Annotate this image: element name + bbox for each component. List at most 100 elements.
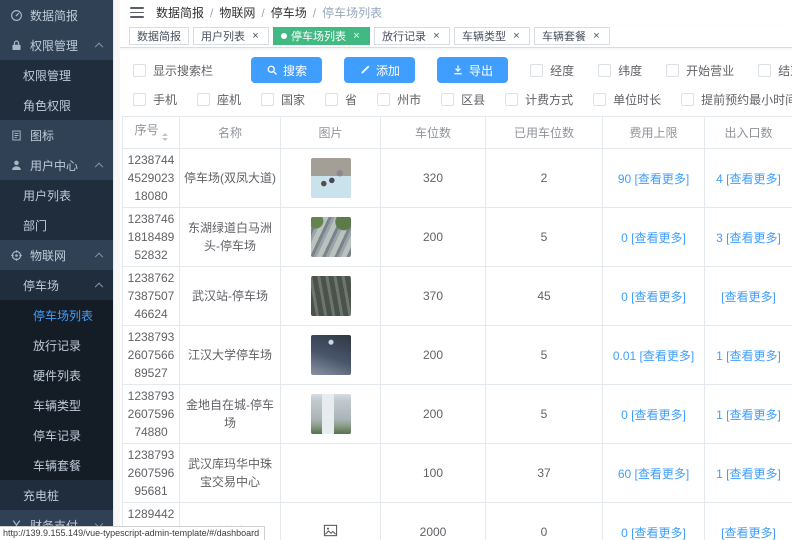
parking-name-cell: 武汉站-停车场: [180, 267, 281, 326]
checkbox-box: [598, 64, 611, 77]
filter-checkbox-经度[interactable]: 经度: [530, 62, 574, 79]
spaces-cell: 200: [381, 208, 486, 267]
chevron-up-icon: [95, 253, 103, 261]
sidebar-item-data-brief[interactable]: 数据简报: [0, 0, 113, 30]
view-more-link[interactable]: [查看更多]: [721, 290, 776, 304]
tab-车辆类型[interactable]: 车辆类型×: [454, 27, 530, 45]
filter-checkbox-单位时长[interactable]: 单位时长: [593, 91, 661, 108]
used-spaces-cell: 45: [486, 267, 603, 326]
sidebar-item-user-center[interactable]: 用户中心: [0, 150, 113, 180]
filter-checkbox-国家[interactable]: 国家: [261, 91, 305, 108]
sidebar-item-label: 硬件列表: [33, 367, 81, 384]
sidebar-item-permission[interactable]: 权限管理: [0, 30, 113, 60]
sidebar-item-label: 用户中心: [30, 157, 78, 174]
sidebar-item-parking-list[interactable]: 停车场列表: [0, 300, 113, 330]
breadcrumb-separator: /: [313, 6, 316, 20]
tab-label: 放行记录: [382, 28, 426, 44]
parking-photo-thumbnail[interactable]: [311, 276, 351, 316]
filter-checkbox-提前预约最小时间[interactable]: 提前预约最小时间: [681, 91, 792, 108]
tab-close-icon[interactable]: ×: [591, 31, 602, 42]
sidebar-item-charging-pile[interactable]: 充电桩: [0, 480, 113, 510]
used-spaces-cell: 37: [486, 444, 603, 503]
view-more-link[interactable]: 0 [查看更多]: [621, 408, 686, 422]
tab-close-icon[interactable]: ×: [511, 31, 522, 42]
view-more-link[interactable]: 90 [查看更多]: [618, 172, 689, 186]
parking-photo-thumbnail[interactable]: [311, 394, 351, 434]
sidebar-item-user-list[interactable]: 用户列表: [0, 180, 113, 210]
view-more-link[interactable]: 1 [查看更多]: [716, 349, 781, 363]
breadcrumb-item[interactable]: 数据简报: [156, 4, 204, 21]
view-more-link[interactable]: 0 [查看更多]: [621, 526, 686, 540]
checkbox-box: [197, 93, 210, 106]
sidebar-item-department[interactable]: 部门: [0, 210, 113, 240]
filter-checkbox-区县[interactable]: 区县: [441, 91, 485, 108]
parking-name-cell: 江汉大学停车场: [180, 326, 281, 385]
sidebar-item-permission-manage[interactable]: 权限管理: [0, 60, 113, 90]
checkbox-box: [441, 93, 454, 106]
tab-放行记录[interactable]: 放行记录 ×: [374, 27, 450, 45]
parking-photo-thumbnail[interactable]: [311, 217, 351, 257]
active-tab-dot-icon: [281, 33, 287, 39]
broken-image-icon: [323, 523, 338, 538]
row-id-cell: 1238746181848952832: [123, 208, 180, 267]
view-more-link[interactable]: [查看更多]: [721, 526, 776, 540]
sidebar-item-vehicle-type[interactable]: 车辆类型: [0, 390, 113, 420]
tab-车辆套餐[interactable]: 车辆套餐×: [534, 27, 610, 45]
button-label: 添加: [376, 62, 400, 79]
sidebar-item-icons[interactable]: 图标: [0, 120, 113, 150]
hamburger-icon[interactable]: [130, 7, 144, 18]
sidebar-item-label: 权限管理: [30, 37, 78, 54]
tab-close-icon[interactable]: ×: [351, 31, 362, 42]
view-more-link[interactable]: 0 [查看更多]: [621, 290, 686, 304]
sort-caret-icon[interactable]: [162, 130, 168, 144]
sidebar-item-label: 权限管理: [23, 67, 71, 84]
broken-image-icon: [323, 523, 338, 538]
breadcrumb-item[interactable]: 物联网: [219, 4, 255, 21]
column-header: 图片: [281, 117, 381, 149]
parking-name-cell: 武汉库玛华中珠宝交易中心: [180, 444, 281, 503]
tab-数据简报[interactable]: 数据简报: [129, 27, 189, 45]
filter-checkbox-手机[interactable]: 手机: [133, 91, 177, 108]
view-more-link[interactable]: 1 [查看更多]: [716, 467, 781, 481]
tab-用户列表[interactable]: 用户列表×: [193, 27, 269, 45]
sidebar-item-vehicle-package[interactable]: 车辆套餐: [0, 450, 113, 480]
filter-checkbox-纬度[interactable]: 纬度: [598, 62, 642, 79]
column-header-label: 名称: [218, 126, 242, 140]
filter-checkbox-开始营业[interactable]: 开始营业: [666, 62, 734, 79]
view-more-link[interactable]: 4 [查看更多]: [716, 172, 781, 186]
checkbox-box: [261, 93, 274, 106]
filter-checkbox-州市[interactable]: 州市: [377, 91, 421, 108]
spaces-cell: 370: [381, 267, 486, 326]
filter-checkbox-显示搜索栏[interactable]: 显示搜索栏: [133, 62, 213, 79]
view-more-link[interactable]: 0 [查看更多]: [621, 231, 686, 245]
sidebar-item-label: 数据简报: [30, 7, 78, 24]
tab-close-icon[interactable]: ×: [431, 31, 442, 42]
sidebar-scrollbar[interactable]: [113, 0, 120, 540]
view-more-link[interactable]: 1 [查看更多]: [716, 408, 781, 422]
filter-checkbox-座机[interactable]: 座机: [197, 91, 241, 108]
add-button[interactable]: 添加: [344, 57, 415, 83]
view-more-link[interactable]: 0.01 [查看更多]: [613, 349, 694, 363]
filter-checkbox-计费方式[interactable]: 计费方式: [505, 91, 573, 108]
sidebar-item-parking[interactable]: 停车场: [0, 270, 113, 300]
sidebar-item-label: 停车场列表: [33, 307, 93, 324]
chevron-up-icon: [95, 43, 103, 51]
tab-停车场列表[interactable]: 停车场列表 ×: [273, 27, 370, 45]
tab-label: 停车场列表: [291, 28, 346, 44]
filter-checkbox-省[interactable]: 省: [325, 91, 357, 108]
tab-close-icon[interactable]: ×: [250, 31, 261, 42]
view-more-link[interactable]: 3 [查看更多]: [716, 231, 781, 245]
sidebar-item-iot[interactable]: 物联网: [0, 240, 113, 270]
sidebar-item-pass-records[interactable]: 放行记录: [0, 330, 113, 360]
sidebar-item-role-permission[interactable]: 角色权限: [0, 90, 113, 120]
export-button[interactable]: 导出: [437, 57, 508, 83]
sidebar-item-hardware-list[interactable]: 硬件列表: [0, 360, 113, 390]
breadcrumb-item: 停车场列表: [322, 4, 382, 21]
breadcrumb-item[interactable]: 停车场: [271, 4, 307, 21]
parking-photo-thumbnail[interactable]: [311, 335, 351, 375]
sidebar-item-parking-records[interactable]: 停车记录: [0, 420, 113, 450]
search-button[interactable]: 搜索: [251, 57, 322, 83]
filter-checkbox-结束营业[interactable]: 结束营业: [758, 62, 792, 79]
parking-photo-thumbnail[interactable]: [311, 158, 351, 198]
view-more-link[interactable]: 60 [查看更多]: [618, 467, 689, 481]
